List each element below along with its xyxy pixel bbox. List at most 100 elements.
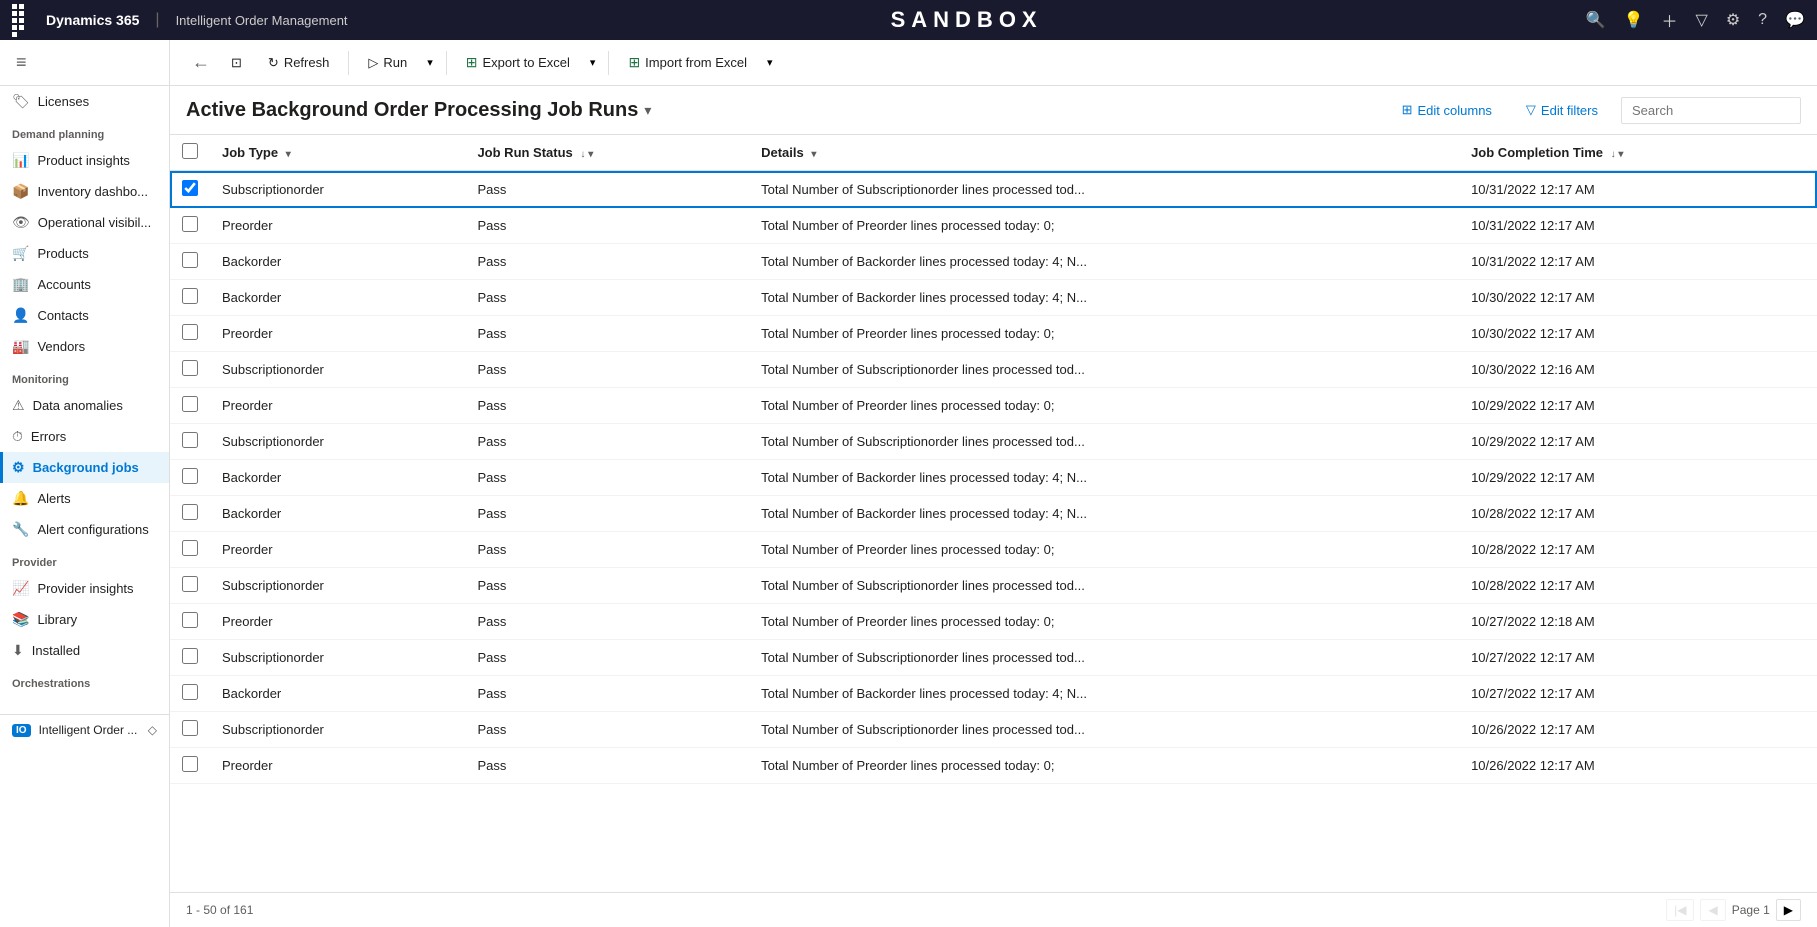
row-checkbox-cell[interactable] [170,532,210,568]
table-row[interactable]: Preorder Pass Total Number of Preorder l… [170,748,1817,784]
row-checkbox-cell[interactable] [170,316,210,352]
row-checkbox-cell[interactable] [170,388,210,424]
sidebar-footer-icon[interactable]: ◇ [148,723,157,737]
sidebar-item-accounts[interactable]: 🏢 Accounts [0,269,169,300]
col-header-job-type[interactable]: Job Type ▾ [210,135,465,171]
select-all-checkbox[interactable] [182,143,198,159]
row-checkbox-cell[interactable] [170,208,210,244]
sidebar-item-provider-insights[interactable]: 📈 Provider insights [0,573,169,604]
col-header-job-run-status[interactable]: Job Run Status ↓ ▾ [465,135,749,171]
select-all-header[interactable] [170,135,210,171]
sidebar-item-licenses[interactable]: 🏷 Licenses [0,86,169,117]
row-checkbox[interactable] [182,648,198,664]
table-row[interactable]: Backorder Pass Total Number of Backorder… [170,460,1817,496]
row-checkbox-cell[interactable] [170,424,210,460]
row-checkbox-cell[interactable] [170,604,210,640]
sidebar-item-operational-visibility[interactable]: 👁 Operational visibil... [0,207,169,238]
row-checkbox-cell[interactable] [170,352,210,388]
back-button[interactable]: ← [186,48,216,77]
run-button[interactable]: ▷ Run [357,49,418,77]
row-checkbox[interactable] [182,360,198,376]
row-checkbox[interactable] [182,684,198,700]
sidebar-item-installed[interactable]: ⬇ Installed [0,635,169,666]
save-view-button[interactable]: ⊡ [220,49,253,77]
table-row[interactable]: Subscriptionorder Pass Total Number of S… [170,352,1817,388]
row-checkbox-cell[interactable] [170,244,210,280]
sidebar-item-contacts[interactable]: 👤 Contacts [0,300,169,331]
sidebar-item-vendors[interactable]: 🏭 Vendors [0,331,169,362]
row-checkbox-cell[interactable] [170,171,210,208]
table-row[interactable]: Backorder Pass Total Number of Backorder… [170,496,1817,532]
search-icon[interactable]: 🔍 [1586,10,1606,30]
sidebar-item-products[interactable]: 🛒 Products [0,238,169,269]
table-row[interactable]: Subscriptionorder Pass Total Number of S… [170,640,1817,676]
row-checkbox[interactable] [182,720,198,736]
row-checkbox-cell[interactable] [170,712,210,748]
row-checkbox-cell[interactable] [170,280,210,316]
apps-icon[interactable] [12,4,30,37]
row-checkbox-cell[interactable] [170,568,210,604]
table-row[interactable]: Preorder Pass Total Number of Preorder l… [170,388,1817,424]
next-page-button[interactable]: ▶ [1776,899,1801,921]
row-checkbox[interactable] [182,180,198,196]
row-checkbox-cell[interactable] [170,460,210,496]
row-checkbox[interactable] [182,612,198,628]
row-checkbox-cell[interactable] [170,676,210,712]
search-input[interactable] [1621,97,1801,124]
row-checkbox[interactable] [182,288,198,304]
filter-icon[interactable]: ▽ [1696,10,1708,30]
sidebar-toggle-button[interactable]: ≡ [12,48,31,77]
sidebar-item-data-anomalies[interactable]: ⚠ Data anomalies [0,390,169,421]
export-button[interactable]: ⊞ Export to Excel [455,48,581,77]
row-checkbox[interactable] [182,576,198,592]
cell-job-type: Preorder [210,388,465,424]
edit-filters-button[interactable]: ▽ Edit filters [1515,96,1609,124]
import-dropdown[interactable]: ▾ [762,50,778,75]
row-checkbox[interactable] [182,216,198,232]
row-checkbox[interactable] [182,324,198,340]
row-checkbox[interactable] [182,468,198,484]
chat-icon[interactable]: 💬 [1785,10,1805,30]
sidebar-item-alert-configurations[interactable]: 🔧 Alert configurations [0,514,169,545]
first-page-button[interactable]: |◀ [1666,899,1694,921]
row-checkbox-cell[interactable] [170,748,210,784]
help-icon[interactable]: ? [1758,11,1767,29]
sidebar-item-inventory-dashboard[interactable]: 📦 Inventory dashbo... [0,176,169,207]
table-row[interactable]: Backorder Pass Total Number of Backorder… [170,676,1817,712]
table-row[interactable]: Backorder Pass Total Number of Backorder… [170,280,1817,316]
row-checkbox[interactable] [182,540,198,556]
edit-columns-button[interactable]: ⊞ Edit columns [1391,96,1503,124]
row-checkbox-cell[interactable] [170,496,210,532]
sidebar-item-background-jobs[interactable]: ⚙ Background jobs [0,452,169,483]
table-row[interactable]: Subscriptionorder Pass Total Number of S… [170,568,1817,604]
table-row[interactable]: Preorder Pass Total Number of Preorder l… [170,532,1817,568]
row-checkbox-cell[interactable] [170,640,210,676]
row-checkbox[interactable] [182,504,198,520]
row-checkbox[interactable] [182,756,198,772]
table-row[interactable]: Preorder Pass Total Number of Preorder l… [170,604,1817,640]
sidebar-item-alerts[interactable]: 🔔 Alerts [0,483,169,514]
sidebar-item-errors[interactable]: ⏱ Errors [0,421,169,452]
sidebar-item-product-insights[interactable]: 📊 Product insights [0,145,169,176]
col-header-completion-time[interactable]: Job Completion Time ↓ ▾ [1459,135,1817,171]
table-row[interactable]: Subscriptionorder Pass Total Number of S… [170,424,1817,460]
table-row[interactable]: Subscriptionorder Pass Total Number of S… [170,712,1817,748]
lightbulb-icon[interactable]: 💡 [1624,10,1644,30]
sidebar-item-library[interactable]: 📚 Library [0,604,169,635]
col-header-details[interactable]: Details ▾ [749,135,1459,171]
table-row[interactable]: Subscriptionorder Pass Total Number of S… [170,171,1817,208]
table-row[interactable]: Backorder Pass Total Number of Backorder… [170,244,1817,280]
settings-icon[interactable]: ⚙ [1726,10,1740,30]
export-dropdown[interactable]: ▾ [585,50,601,75]
refresh-button[interactable]: ↻ Refresh [257,49,340,77]
row-checkbox[interactable] [182,252,198,268]
prev-page-button[interactable]: ◀ [1700,899,1725,921]
table-row[interactable]: Preorder Pass Total Number of Preorder l… [170,208,1817,244]
run-dropdown[interactable]: ▾ [422,50,438,75]
table-row[interactable]: Preorder Pass Total Number of Preorder l… [170,316,1817,352]
add-icon[interactable]: ＋ [1662,8,1678,32]
row-checkbox[interactable] [182,396,198,412]
row-checkbox[interactable] [182,432,198,448]
page-title-chevron-icon[interactable]: ▾ [644,102,651,119]
import-button[interactable]: ⊞ Import from Excel [617,48,758,77]
